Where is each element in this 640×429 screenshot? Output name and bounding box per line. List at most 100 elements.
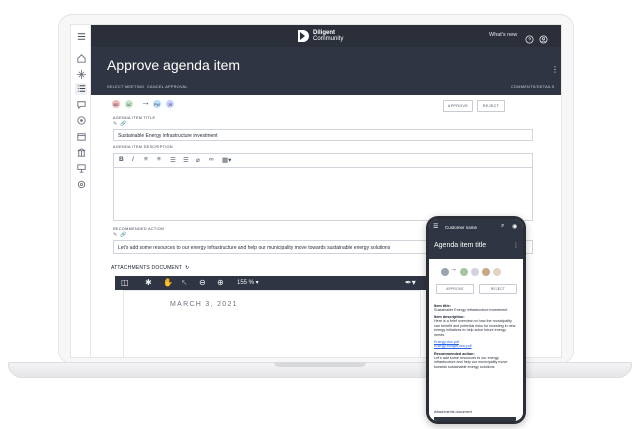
table-icon[interactable]: ▦▾ <box>222 156 231 164</box>
italic-icon[interactable]: I <box>132 156 134 163</box>
left-rail <box>71 25 91 357</box>
mobile-page-title: Agenda item title <box>434 242 487 249</box>
agenda-title-field[interactable]: Sustainable Energy infrastructure invest… <box>113 129 533 141</box>
approver-initials: BS <box>113 103 119 107</box>
approver-avatar-4: JR <box>165 99 175 109</box>
settings-icon[interactable]: ✱ <box>145 278 152 287</box>
presentation-icon[interactable] <box>75 163 87 175</box>
approver-initials: PW <box>154 103 160 107</box>
user-settings-icon[interactable] <box>539 31 548 44</box>
brand[interactable]: Diligent Community <box>297 28 343 44</box>
mobile-item-title-value: Sustainable Energy infrastructure invest… <box>434 308 508 312</box>
approver-avatar-2: AC <box>124 99 134 109</box>
phone-mockup: ☰ Customer name ⌕ ◉ Agenda item title ⋮ … <box>426 216 526 424</box>
refresh-icon[interactable]: ↻ <box>184 265 190 271</box>
sidebar-icon[interactable]: ◫ <box>121 278 129 287</box>
document-date: MARCH 3, 2021 <box>170 301 238 308</box>
align-center-icon[interactable]: ≡ <box>157 156 161 163</box>
page-title: Approve agenda item <box>107 57 241 73</box>
more-options-icon[interactable]: ⋮ <box>551 65 559 74</box>
recommended-tools: ✎ 🔗 <box>113 232 126 240</box>
mobile-more-icon[interactable]: ⋮ <box>513 242 519 249</box>
pointer-icon[interactable]: ↖ <box>181 278 188 287</box>
mobile-body: → APPROVE REJECT Item title: Sustainable… <box>429 259 523 419</box>
recommended-action-label: RECOMMENDED ACTION <box>113 227 165 231</box>
mobile-item-description-value: Here is a brief overview on how the muni… <box>434 319 516 337</box>
link-icon[interactable]: 🔗 <box>120 121 126 127</box>
mobile-approver-avatar <box>493 268 501 276</box>
align-left-icon[interactable]: ≡ <box>144 156 148 163</box>
comments-details-link[interactable]: COMMENTS/DETAILS <box>511 85 555 89</box>
document-page: MARCH 3, 2021 <box>123 290 421 357</box>
edit-icon[interactable]: ✎ <box>113 121 117 127</box>
product-mockup: Diligent Community What's new Approve ag… <box>0 0 640 429</box>
attachments-title: ATTACHMENTS DOCUMENT ↻ <box>111 265 190 271</box>
whats-new-link[interactable]: What's new <box>489 32 517 38</box>
zoom-value: 155 % <box>237 280 255 286</box>
zoom-in-icon[interactable]: ⊕ <box>217 278 224 287</box>
numbered-list-icon[interactable]: ☰ <box>183 156 189 164</box>
document-viewer-toolbar: ◫ ✱ ✋ ↖ ⊖ ⊕ 155 % ▾ ✒▾ <box>115 276 429 290</box>
editor-toolbar: B I ≡ ≡ ☰ ☰ ⌀ ∞ ▦▾ <box>113 153 533 167</box>
mobile-header: ☰ Customer name ⌕ ◉ <box>429 219 523 235</box>
mobile-attachment-link[interactable]: Energy-budget-doc.pdf <box>434 344 518 348</box>
mobile-reject-button[interactable]: REJECT <box>479 284 517 294</box>
zoom-level[interactable]: 155 % ▾ <box>237 279 259 286</box>
bold-icon[interactable]: B <box>119 156 124 163</box>
approver-avatar-1: BS <box>111 99 121 109</box>
reject-button[interactable]: REJECT <box>477 100 505 112</box>
attachment-icon[interactable]: ⌀ <box>196 156 200 164</box>
home-icon[interactable] <box>75 53 87 65</box>
pen-icon[interactable]: ✒▾ <box>405 278 416 287</box>
calendar-icon[interactable] <box>75 131 87 143</box>
recommended-action-value: Let's add some resources to our energy i… <box>118 245 391 251</box>
select-meeting-link[interactable]: SELECT MEETING <box>107 85 144 89</box>
mobile-attachments-heading: Attachments document <box>434 410 472 414</box>
library-icon[interactable] <box>75 147 87 159</box>
hand-icon[interactable]: ✋ <box>163 278 173 287</box>
zoom-out-icon[interactable]: ⊖ <box>199 278 206 287</box>
cancel-approval-link[interactable]: CANCEL APPROVAL <box>147 85 188 89</box>
arrow-right-icon: → <box>141 97 150 107</box>
arrow-right-icon: → <box>450 266 457 273</box>
agenda-description-editor[interactable] <box>113 167 533 221</box>
agenda-description-label: AGENDA ITEM DESCRIPTION <box>113 145 173 149</box>
mobile-search-icon[interactable]: ⌕ <box>501 223 504 230</box>
page-header: Approve agenda item SELECT MEETING CANCE… <box>91 47 561 95</box>
approve-button[interactable]: APPROVE <box>443 100 473 112</box>
settings-icon[interactable] <box>75 179 87 191</box>
menu-icon[interactable] <box>75 31 87 43</box>
mobile-viewer-bar <box>434 417 516 421</box>
mobile-recommended-value: Let's add some resources to our energy i… <box>434 355 508 369</box>
dashboard-icon[interactable] <box>75 69 87 81</box>
approver-initials: JR <box>167 103 173 107</box>
mobile-attachments: Attachments document <box>429 409 523 421</box>
link-icon[interactable]: 🔗 <box>120 232 126 238</box>
target-icon[interactable] <box>75 115 87 127</box>
list-icon[interactable] <box>75 83 87 95</box>
brand-name: Diligent Community <box>313 30 343 43</box>
approver-initials: AC <box>126 103 132 107</box>
approver-avatar-3: PW <box>152 99 162 109</box>
edit-icon[interactable]: ✎ <box>113 232 117 238</box>
mobile-page-header: Agenda item title ⋮ <box>429 235 523 259</box>
app-header: Diligent Community What's new <box>91 25 561 47</box>
mobile-approver-avatar <box>471 268 479 276</box>
mobile-header-title: Customer name <box>445 224 478 230</box>
mobile-user-icon[interactable]: ◉ <box>512 223 517 230</box>
title-tools: ✎ 🔗 <box>113 121 126 129</box>
attachments-title-text: ATTACHMENTS DOCUMENT <box>111 265 182 271</box>
mobile-approver-avatar <box>482 268 490 276</box>
laptop-notch <box>274 362 366 367</box>
help-icon[interactable] <box>525 31 534 44</box>
mobile-approver-avatar <box>460 268 468 276</box>
mobile-approve-button[interactable]: APPROVE <box>436 284 474 294</box>
bullet-list-icon[interactable]: ☰ <box>170 156 176 164</box>
mobile-item-details: Item title: Sustainable Energy infrastru… <box>434 301 518 419</box>
mobile-menu-icon[interactable]: ☰ <box>433 223 438 230</box>
mobile-approver-avatar <box>441 268 449 276</box>
agenda-title-label: AGENDA ITEM TITLE <box>113 116 156 120</box>
chat-icon[interactable] <box>75 99 87 111</box>
diligent-logo-icon <box>298 30 309 42</box>
link-icon[interactable]: ∞ <box>209 156 214 163</box>
